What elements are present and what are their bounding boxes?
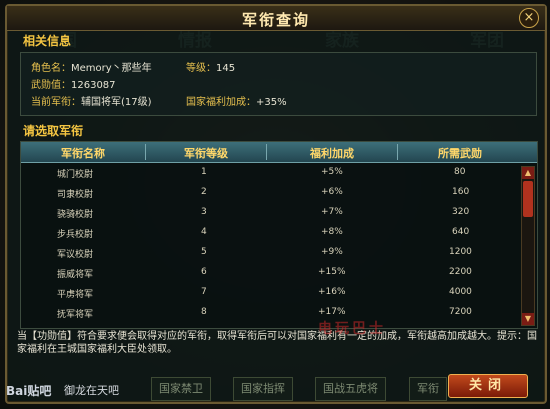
info-panel: 角色名：Memory丶那些年 等级：145 武勋值：1263087 当前军衔：辅…: [20, 52, 537, 116]
table-row[interactable]: 军议校尉 5 +9% 1200: [21, 243, 517, 262]
table-scrollbar[interactable]: ▲ ▼: [521, 166, 535, 326]
close-icon[interactable]: ×: [519, 8, 539, 28]
merit-cell: 640: [452, 227, 470, 237]
bottom-tab-guard[interactable]: 国家禁卫: [151, 377, 211, 401]
rank-label: 当前军衔：: [31, 97, 81, 108]
col-rank-level: 军衔等级: [184, 147, 228, 160]
rank-list-title: 请选取军衔: [23, 124, 84, 138]
table-row[interactable]: 抚军将军 8 +17% 7200: [21, 303, 517, 322]
rank-name-cell: 骁骑校尉: [57, 210, 94, 220]
table-row[interactable]: 司隶校尉 2 +6% 160: [21, 183, 517, 202]
char-name-label: 角色名：: [31, 63, 71, 74]
col-rank-name: 军衔名称: [61, 147, 105, 160]
welfare-cell: +9%: [321, 247, 343, 257]
scroll-down-icon[interactable]: ▼: [522, 313, 534, 325]
welfare-value: +35%: [256, 97, 287, 108]
welfare-cell: +17%: [318, 307, 346, 317]
rank-query-dialog: 军衔查询 × 相关信息 角色名：Memory丶那些年 等级：145 武勋值：12…: [5, 4, 547, 404]
welfare-cell: +8%: [321, 227, 343, 237]
level-value: 145: [216, 63, 236, 74]
col-required-merit: 所需武勋: [438, 147, 482, 160]
dialog-title: 军衔查询: [241, 11, 310, 29]
baidu-tieba-logo: Bai贴吧: [6, 384, 52, 398]
merit-cell: 4000: [449, 287, 472, 297]
rank-level-cell: 6: [201, 267, 207, 277]
rank-name-cell: 平虏将军: [57, 290, 94, 300]
char-name-value: Memory丶那些年: [71, 63, 152, 74]
merit-cell: 80: [454, 167, 466, 177]
scroll-thumb[interactable]: [523, 181, 533, 217]
table-row[interactable]: 城门校尉 1 +5% 80: [21, 163, 517, 182]
bottom-tab-command[interactable]: 国家指挥: [233, 377, 293, 401]
table-row[interactable]: 骁骑校尉 3 +7% 320: [21, 203, 517, 222]
table-row[interactable]: 平虏将军 7 +16% 4000: [21, 283, 517, 302]
merit-cell: 2200: [449, 267, 472, 277]
rank-name-cell: 城门校尉: [57, 170, 94, 180]
watermark-caption: 御龙在天吧: [64, 384, 119, 397]
rank-level-cell: 4: [201, 227, 207, 237]
level-label: 等级：: [186, 63, 216, 74]
merit-value: 1263087: [71, 80, 116, 91]
rank-name-cell: 振威将军: [57, 270, 94, 280]
center-watermark: 电玩巴士: [318, 321, 386, 337]
merit-label: 武勋值：: [31, 80, 71, 91]
title-bar[interactable]: 军衔查询 ×: [7, 6, 545, 31]
info-section-title: 相关信息: [23, 34, 72, 48]
rank-name-cell: 军议校尉: [57, 250, 94, 260]
welfare-cell: +16%: [318, 287, 346, 297]
rank-level-cell: 7: [201, 287, 207, 297]
merit-cell: 320: [452, 207, 470, 217]
scroll-up-icon[interactable]: ▲: [522, 167, 534, 179]
welfare-cell: +15%: [318, 267, 346, 277]
rank-table: 军衔名称 军衔等级 福利加成 所需武勋 城门校尉 1 +5% 80 司隶校尉 2…: [20, 141, 538, 329]
col-welfare-bonus: 福利加成: [310, 147, 354, 160]
rank-level-cell: 2: [201, 187, 207, 197]
rank-level-cell: 1: [201, 167, 207, 177]
rank-name-cell: 司隶校尉: [57, 190, 94, 200]
merit-cell: 1200: [449, 247, 472, 257]
bottom-tab-rank[interactable]: 军衔: [409, 377, 447, 401]
welfare-cell: +7%: [321, 207, 343, 217]
table-row[interactable]: 振威将军 6 +15% 2200: [21, 263, 517, 282]
rank-value: 辅国将军(17级): [81, 97, 152, 108]
table-header: 军衔名称 军衔等级 福利加成 所需武勋: [21, 142, 537, 163]
close-button[interactable]: 关闭: [448, 374, 528, 398]
rank-level-cell: 5: [201, 247, 207, 257]
rank-level-cell: 3: [201, 207, 207, 217]
rank-name-cell: 抚军将军: [57, 310, 94, 320]
rank-name-cell: 步兵校尉: [57, 230, 94, 240]
merit-cell: 160: [452, 187, 470, 197]
welfare-cell: +6%: [321, 187, 343, 197]
welfare-cell: +5%: [321, 167, 343, 177]
rank-level-cell: 8: [201, 307, 207, 317]
welfare-label: 国家福利加成：: [186, 97, 256, 108]
merit-cell: 7200: [449, 307, 472, 317]
table-row[interactable]: 步兵校尉 4 +8% 640: [21, 223, 517, 242]
hint-text: 当【功勋值】符合要求便会取得对应的军衔，取得军衔后可以对国家福利有一定的加成，军…: [17, 331, 537, 355]
bottom-tab-generals[interactable]: 国战五虎将: [315, 377, 386, 401]
